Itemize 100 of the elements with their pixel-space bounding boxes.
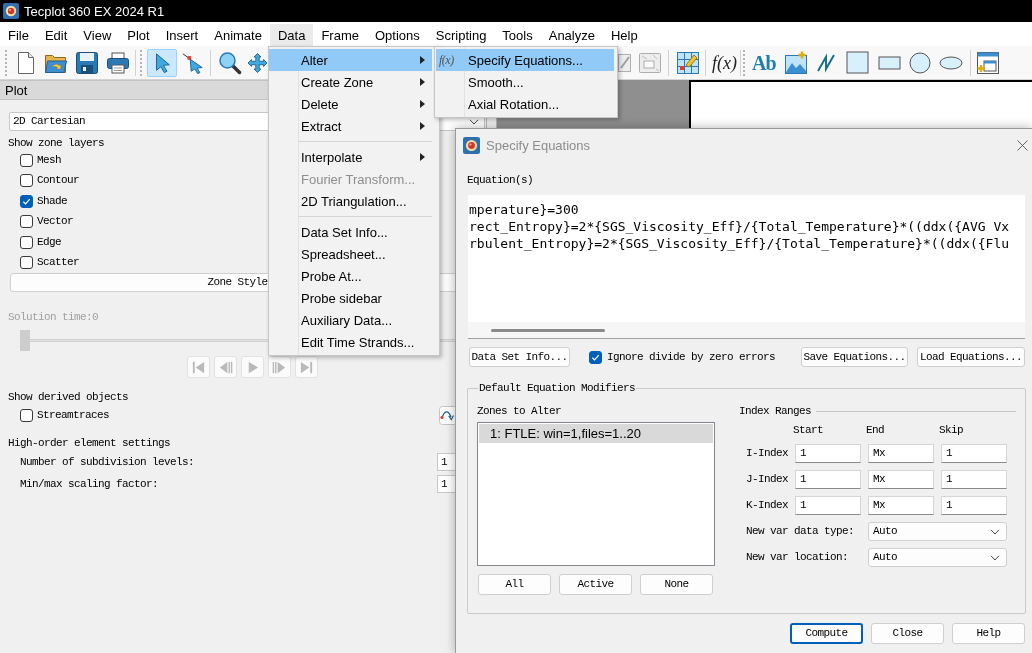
picture-icon[interactable]: [783, 50, 808, 75]
zone-select-button[interactable]: None: [640, 574, 713, 595]
index-field[interactable]: 1: [941, 496, 1007, 515]
streamline-icon[interactable]: [439, 405, 455, 425]
panel-title: Plot: [5, 83, 28, 97]
section-heading: Show derived objects: [8, 390, 129, 405]
index-field[interactable]: Mx: [868, 470, 934, 489]
menu-item[interactable]: f(x) Specify Equations...: [436, 49, 614, 71]
printer-icon[interactable]: [106, 50, 130, 75]
menu-item[interactable]: Data: [269, 24, 314, 46]
menu-item[interactable]: Axial Rotation...: [436, 93, 614, 115]
save-equations-button[interactable]: Save Equations...: [801, 347, 908, 367]
index-field[interactable]: 1: [795, 496, 861, 515]
section-heading: High-order element settings: [8, 436, 171, 451]
index-field[interactable]: 1: [795, 470, 861, 489]
zone-select-button[interactable]: Active: [559, 574, 632, 595]
checkbox[interactable]: [20, 256, 33, 270]
submenu-arrow-icon: [420, 122, 425, 130]
checkbox[interactable]: [20, 215, 33, 229]
equation-line: mperature}=300: [469, 201, 579, 218]
scrollbar-thumb[interactable]: [491, 328, 605, 332]
field-label: New var location:: [746, 552, 849, 563]
ellipse-icon[interactable]: [938, 55, 963, 70]
dropdown[interactable]: Auto: [868, 522, 1007, 541]
menu-item[interactable]: 2D Triangulation...: [269, 190, 432, 212]
number-field[interactable]: 1: [437, 475, 455, 493]
pointer-tool-button[interactable]: [147, 48, 177, 77]
equation-line: rect_Entropy}=2*{SGS_Viscosity_Eff}/{Total_Temperature}*((ddx({AVG Vx: [469, 218, 1010, 235]
menu-item[interactable]: Create Zone: [269, 71, 432, 93]
formula-icon[interactable]: f(x): [712, 53, 737, 72]
field-label: Equation(s): [467, 173, 533, 188]
menu-item[interactable]: Alter: [269, 49, 432, 71]
checkbox-label: Ignore divide by zero errors: [607, 351, 776, 363]
index-field[interactable]: 1: [941, 470, 1007, 489]
move-arrows-icon[interactable]: [248, 51, 267, 74]
checkbox[interactable]: [20, 174, 33, 188]
step-back-icon: [218, 359, 233, 375]
section-title: Index Ranges: [739, 405, 811, 417]
magnifier-icon[interactable]: [218, 50, 242, 75]
row-label: K-Index: [746, 500, 788, 511]
new-frame-icon[interactable]: [975, 50, 1000, 75]
checkbox[interactable]: [20, 153, 33, 167]
solution-time-label: Solution time:0: [8, 310, 99, 325]
menu-item[interactable]: Spreadsheet...: [269, 243, 432, 265]
menu-item[interactable]: Smooth...: [436, 71, 614, 93]
section-heading: Show zone layers: [8, 136, 105, 150]
skip-back-icon: [191, 359, 206, 375]
zone-select-button[interactable]: All: [478, 574, 551, 595]
submenu-arrow-icon: [420, 100, 425, 108]
dialog-button[interactable]: Close: [871, 623, 944, 644]
menu-item[interactable]: Delete: [269, 93, 432, 115]
column-header: Skip: [939, 423, 963, 437]
checkbox[interactable]: [20, 194, 33, 208]
checkbox[interactable]: [20, 235, 33, 249]
submenu-arrow-icon: [420, 78, 425, 86]
checkbox-label: Scatter: [37, 257, 79, 269]
checkbox-label: Shade: [37, 195, 67, 207]
chevron-down-icon: [990, 528, 1000, 535]
menu-item[interactable]: Data Set Info...: [269, 221, 432, 243]
chevron-down-icon: [990, 554, 1000, 561]
checkbox[interactable]: [589, 350, 602, 364]
grid-pencil-icon[interactable]: [676, 50, 700, 75]
field-label: Min/max scaling factor:: [20, 478, 159, 490]
app-logo-icon: [463, 136, 480, 154]
index-field[interactable]: Mx: [868, 444, 934, 463]
menu-item[interactable]: Auxiliary Data...: [269, 309, 432, 331]
circle-icon[interactable]: [908, 51, 931, 74]
dialog-button[interactable]: Compute: [790, 623, 863, 644]
close-icon[interactable]: [1017, 139, 1028, 151]
menu-item[interactable]: Interpolate: [269, 146, 432, 168]
pointer-node-icon: [182, 51, 204, 74]
load-equations-button[interactable]: Load Equations...: [917, 347, 1025, 367]
menu-item[interactable]: Edit Time Strands...: [269, 331, 432, 353]
step-forward-icon: [272, 359, 287, 375]
field-label: New var data type:: [746, 526, 855, 537]
checkbox-label: Edge: [37, 236, 61, 248]
window-title: Tecplot 360 EX 2024 R1: [24, 4, 165, 18]
text-tool-icon[interactable]: Ab: [752, 52, 776, 73]
zone-list-item[interactable]: 1: FTLE: win=1,files=1..20: [479, 424, 713, 443]
dialog-title: Specify Equations: [486, 138, 591, 152]
checkbox-label: Streamtraces: [37, 409, 109, 421]
equation-editor[interactable]: mperature}=300 rect_Entropy}=2*{SGS_Viscosity_Eff}/{Total_Temperature}*((ddx({AVG Vx rbulent_Entropy}=2*{SGS_Viscosity_Eff}/{Total_Temperature}*((ddx({Flu: [468, 195, 1025, 339]
checkbox-label: Contour: [37, 175, 79, 187]
data-set-info-button[interactable]: Data Set Info...: [469, 347, 570, 367]
checkbox-label: Mesh: [37, 154, 61, 166]
dropdown[interactable]: Auto: [868, 548, 1007, 567]
index-field[interactable]: 1: [941, 444, 1007, 463]
checkbox[interactable]: [20, 408, 33, 422]
dialog-button[interactable]: Help: [952, 623, 1025, 644]
submenu-arrow-icon: [420, 153, 425, 161]
checkbox-label: Vector: [37, 216, 73, 228]
field-label: Zones to Alter: [477, 404, 561, 419]
index-field[interactable]: Mx: [868, 496, 934, 515]
index-field[interactable]: 1: [795, 444, 861, 463]
field-label: Number of subdivision levels:: [20, 456, 195, 468]
row-label: J-Index: [746, 474, 788, 485]
number-field[interactable]: 1: [437, 453, 455, 471]
app-logo-icon: [3, 3, 19, 19]
chevron-down-icon: [469, 118, 479, 125]
zone-list[interactable]: 1: FTLE: win=1,files=1..20: [477, 422, 715, 566]
